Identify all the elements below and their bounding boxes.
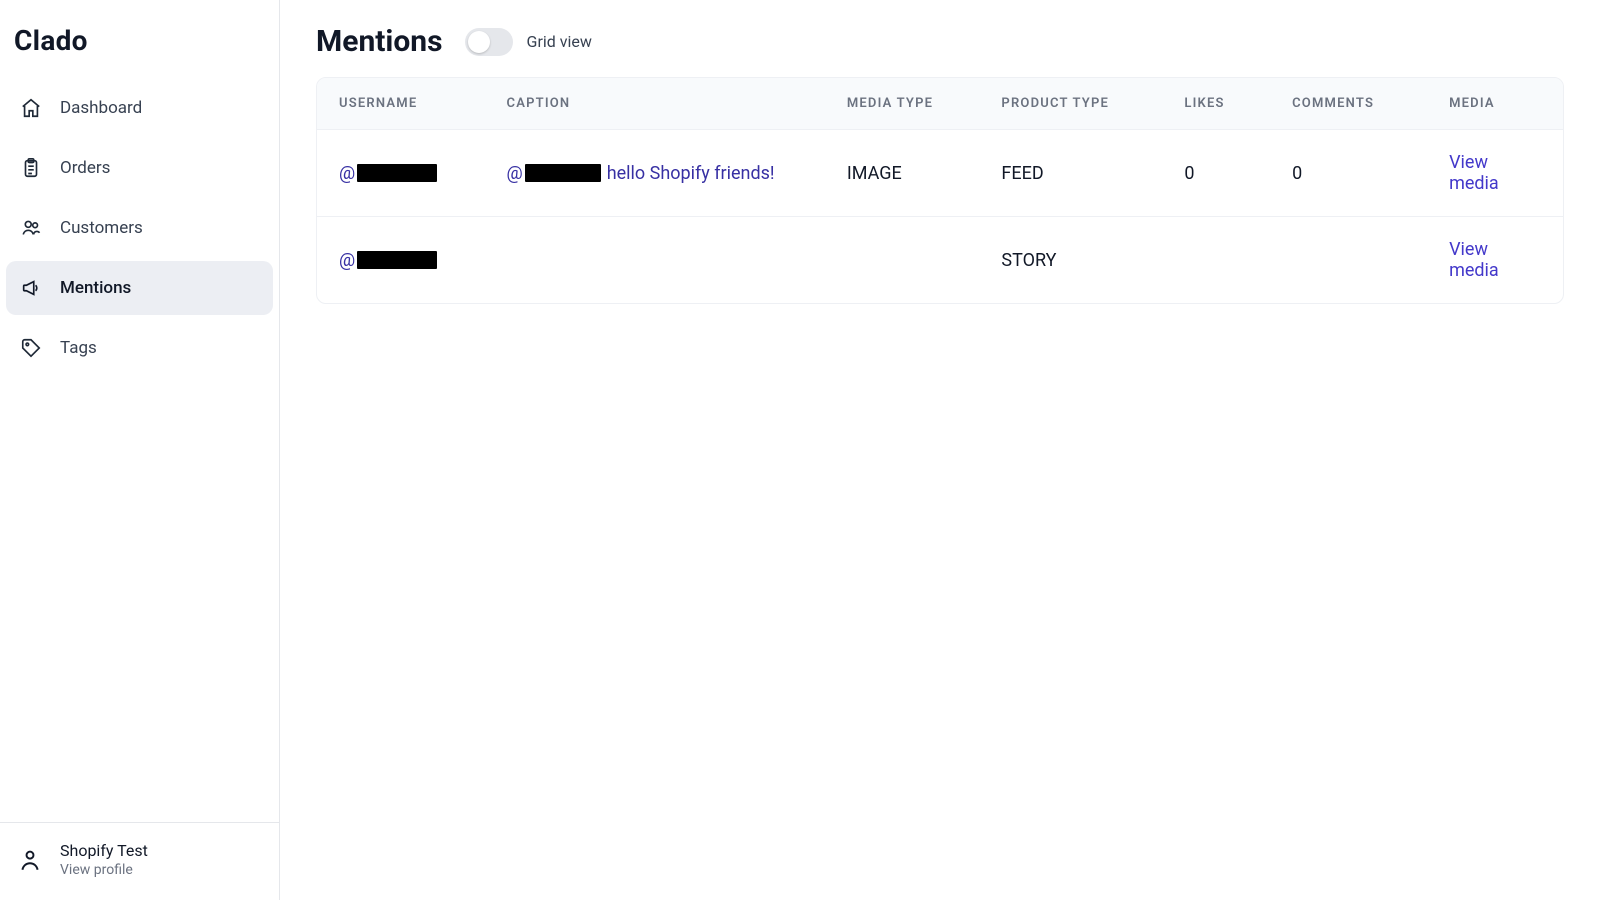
sidebar-nav: Dashboard Orders Customers — [0, 81, 279, 375]
sidebar-item-customers[interactable]: Customers — [6, 201, 273, 255]
table-header-row: USERNAME CAPTION MEDIA TYPE PRODUCT TYPE… — [317, 78, 1563, 130]
grid-view-toggle[interactable] — [465, 28, 513, 56]
mentions-table-card: USERNAME CAPTION MEDIA TYPE PRODUCT TYPE… — [316, 77, 1564, 304]
grid-view-toggle-wrap: Grid view — [465, 28, 592, 56]
mentions-table: USERNAME CAPTION MEDIA TYPE PRODUCT TYPE… — [317, 78, 1563, 303]
th-caption: CAPTION — [485, 78, 825, 130]
view-media-link[interactable]: View media — [1449, 239, 1499, 281]
sidebar-item-label: Dashboard — [60, 98, 142, 118]
table-row: @ @ hello Shopify friends! — [317, 130, 1563, 217]
page-header: Mentions Grid view — [316, 24, 1564, 59]
cell-media-type: IMAGE — [825, 130, 980, 217]
sidebar-item-label: Orders — [60, 158, 110, 178]
th-comments: COMMENTS — [1270, 78, 1427, 130]
brand: Clado — [0, 24, 279, 81]
username-link[interactable]: @ — [339, 250, 437, 271]
username-link[interactable]: @ — [339, 163, 437, 184]
user-name: Shopify Test — [60, 841, 148, 860]
cell-comments — [1270, 217, 1427, 304]
sidebar-item-orders[interactable]: Orders — [6, 141, 273, 195]
th-media-type: MEDIA TYPE — [825, 78, 980, 130]
cell-likes: 0 — [1162, 130, 1270, 217]
sidebar-top: Clado Dashboard Orders — [0, 24, 279, 375]
sidebar: Clado Dashboard Orders — [0, 0, 280, 900]
user-meta: Shopify Test View profile — [60, 841, 148, 878]
page-title: Mentions — [316, 24, 443, 59]
table-row: @ STORY — [317, 217, 1563, 304]
sidebar-item-tags[interactable]: Tags — [6, 321, 273, 375]
cell-caption: @ hello Shopify friends! — [485, 130, 825, 217]
sidebar-item-label: Customers — [60, 218, 143, 238]
sidebar-item-mentions[interactable]: Mentions — [6, 261, 273, 315]
cell-username: @ — [317, 217, 485, 304]
sidebar-item-label: Tags — [60, 338, 97, 358]
cell-username: @ — [317, 130, 485, 217]
th-likes: LIKES — [1162, 78, 1270, 130]
home-icon — [18, 95, 44, 121]
cell-likes — [1162, 217, 1270, 304]
caption-handle-link[interactable]: @ — [507, 163, 601, 184]
redacted-text — [357, 251, 437, 269]
th-username: USERNAME — [317, 78, 485, 130]
tag-icon — [18, 335, 44, 361]
th-media: MEDIA — [1427, 78, 1563, 130]
cell-comments: 0 — [1270, 130, 1427, 217]
view-media-link[interactable]: View media — [1449, 152, 1499, 194]
view-profile-link[interactable]: View profile — [60, 862, 148, 878]
cell-media-type — [825, 217, 980, 304]
sidebar-footer: Shopify Test View profile — [0, 822, 279, 900]
app-shell: Clado Dashboard Orders — [0, 0, 1600, 900]
at-symbol: @ — [339, 250, 355, 271]
redacted-text — [525, 164, 601, 182]
cell-caption — [485, 217, 825, 304]
users-icon — [18, 215, 44, 241]
caption-text: hello Shopify friends! — [607, 163, 775, 184]
grid-view-label: Grid view — [527, 32, 592, 51]
cell-media: View media — [1427, 217, 1563, 304]
cell-product-type: FEED — [979, 130, 1162, 217]
main: Mentions Grid view — [280, 0, 1600, 900]
at-symbol: @ — [339, 163, 355, 184]
megaphone-icon — [18, 275, 44, 301]
th-product-type: PRODUCT TYPE — [979, 78, 1162, 130]
redacted-text — [357, 164, 437, 182]
cell-product-type: STORY — [979, 217, 1162, 304]
cell-media: View media — [1427, 130, 1563, 217]
at-symbol: @ — [507, 163, 523, 184]
sidebar-item-label: Mentions — [60, 278, 131, 298]
clipboard-icon — [18, 155, 44, 181]
sidebar-item-dashboard[interactable]: Dashboard — [6, 81, 273, 135]
toggle-knob — [468, 31, 490, 53]
user-icon — [16, 846, 44, 874]
